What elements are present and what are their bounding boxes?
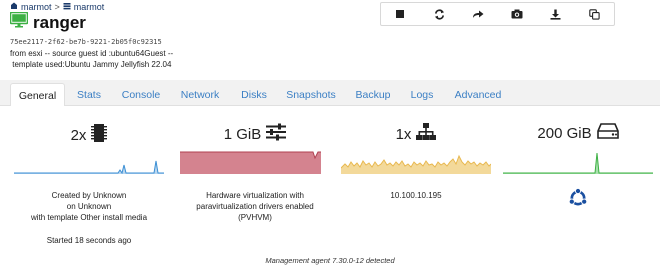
tab-backup[interactable]: Backup: [350, 83, 396, 106]
cpu-count: 2x: [70, 127, 87, 144]
stop-icon: [396, 10, 405, 18]
breadcrumb-pool-link[interactable]: marmot: [21, 2, 52, 12]
tab-stats[interactable]: Stats: [70, 83, 108, 106]
memory-sparkline: [180, 151, 321, 174]
disk-sparkline: [503, 152, 653, 174]
tab-network[interactable]: Network: [174, 83, 226, 106]
disk-stat: 200 GiB: [503, 123, 653, 144]
ip-address[interactable]: 10.100.10.195: [341, 190, 491, 201]
copy-icon: [589, 8, 600, 20]
snapshot-icon: [511, 9, 523, 19]
sliders-icon: [266, 123, 287, 146]
ip-address-info: 10.100.10.195: [341, 190, 491, 201]
vm-name[interactable]: ranger: [33, 13, 86, 33]
memory-stat-column: 1 GiB Hardware virtualization with parav…: [180, 106, 330, 266]
breadcrumb: marmot > marmot: [10, 2, 104, 12]
network-stat-column: 1x 10.100.10.195: [341, 106, 491, 266]
breadcrumb-separator: >: [54, 2, 60, 12]
disk-stat-column: 200 GiB: [503, 106, 653, 266]
stop-button[interactable]: [381, 3, 420, 25]
migrate-icon: [473, 10, 484, 18]
created-template-text: with template Other install media: [30, 213, 148, 222]
memory-size: 1 GiB: [223, 126, 262, 143]
network-sparkline: [341, 154, 491, 174]
vm-monitor-icon: [9, 11, 29, 33]
export-icon: [550, 9, 561, 20]
tab-advanced[interactable]: Advanced: [450, 83, 506, 106]
copy-button[interactable]: [575, 3, 614, 25]
vm-toolbar: [380, 2, 615, 26]
tab-console[interactable]: Console: [115, 83, 167, 106]
created-by-text: Created by Unknown: [51, 191, 127, 200]
migrate-button[interactable]: [459, 3, 498, 25]
pool-icon: [10, 2, 18, 12]
host-icon: [63, 2, 71, 12]
general-panel: 2x Created by Unknown on Unknown with te…: [0, 106, 660, 272]
ubuntu-icon: [568, 187, 588, 206]
snapshot-button[interactable]: [497, 3, 536, 25]
virtualization-text: (PVHVM): [238, 213, 272, 222]
breadcrumb-host-link[interactable]: marmot: [74, 2, 105, 12]
vm-description-line: from esxi -- source guest id :ubuntu64Gu…: [10, 49, 174, 58]
os-info: [503, 187, 653, 211]
tab-bar: General Stats Console Network Disks Snap…: [0, 80, 660, 107]
started-time: Started 18 seconds ago: [46, 236, 132, 245]
memory-stat: 1 GiB: [180, 123, 330, 146]
tab-general[interactable]: General: [10, 83, 65, 107]
restart-icon: [434, 9, 444, 19]
cpu-chip-icon: [91, 123, 108, 148]
vm-description-line: template used:Ubuntu Jammy Jellyfish 22.…: [10, 60, 172, 69]
disk-size: 200 GiB: [537, 125, 592, 142]
management-agent-status: Management agent 7.30.0-12 detected: [265, 256, 395, 265]
restart-button[interactable]: [420, 3, 459, 25]
tab-logs[interactable]: Logs: [406, 83, 438, 106]
created-on-text: on Unknown: [66, 202, 112, 211]
network-stat: 1x: [341, 123, 491, 146]
vm-uuid: 75ee2117-2f62-be7b-9221-2b05f0c92315: [10, 38, 162, 46]
creation-info: Created by Unknown on Unknown with templ…: [14, 190, 164, 223]
tab-disks[interactable]: Disks: [235, 83, 273, 106]
vm-header: marmot > marmot ranger 75ee2117-2f62-be7…: [0, 0, 660, 80]
virtualization-info: Hardware virtualization with paravirtual…: [180, 190, 330, 223]
tab-snapshots[interactable]: Snapshots: [282, 83, 340, 106]
export-button[interactable]: [536, 3, 575, 25]
network-interface-count: 1x: [395, 126, 412, 143]
cpu-stat-column: 2x Created by Unknown on Unknown with te…: [14, 106, 164, 266]
page-title: ranger: [9, 11, 86, 33]
virtualization-text: paravirtualization drivers enabled: [196, 202, 314, 211]
virtualization-text: Hardware virtualization with: [206, 191, 304, 200]
cpu-stat: 2x: [14, 123, 164, 148]
cpu-sparkline: [14, 160, 164, 174]
vm-description[interactable]: from esxi -- source guest id :ubuntu64Gu…: [10, 48, 173, 70]
network-icon: [416, 123, 437, 146]
hdd-icon: [596, 123, 619, 144]
